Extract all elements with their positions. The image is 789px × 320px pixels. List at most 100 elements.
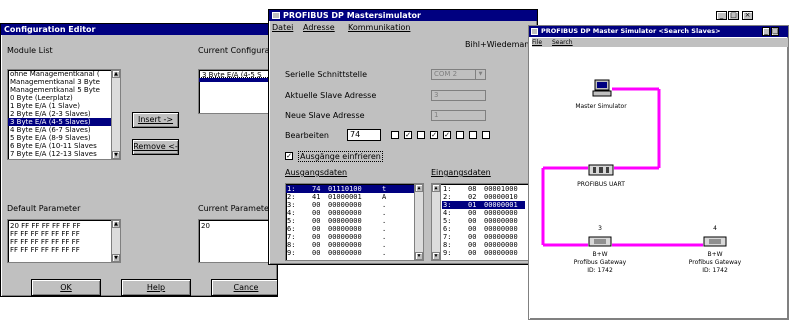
menu-datei[interactable]: Datei (272, 23, 293, 32)
cell-ch: t (382, 185, 387, 193)
table-row[interactable]: 2: 02 00000010 (442, 193, 525, 201)
current-parameter-box[interactable]: 20 (198, 219, 277, 263)
cell-idx: 3: (287, 201, 296, 209)
table-row[interactable]: 3: 00 00000000. (286, 201, 414, 209)
ok-button[interactable]: OK (31, 279, 101, 296)
selection-highlight (199, 78, 277, 82)
freeze-outputs-label[interactable]: Ausgänge einfrieren (298, 151, 383, 162)
cell-idx: 6: (287, 225, 296, 233)
new-slave-address-field[interactable]: 1 (431, 110, 486, 121)
list-item: FF FF FF FF FF FF FF (10, 238, 80, 246)
edit-value-field[interactable]: 74 (347, 129, 381, 141)
table-row[interactable]: 4: 00 00000000. (286, 209, 414, 217)
cell-bin: 00000000 (484, 233, 518, 241)
table-row[interactable]: 9: 00 00000000. (286, 249, 414, 257)
module-list-label: Module List (7, 46, 53, 55)
output-data-list[interactable]: 1: 74 01110100 t 2: 41 01000001 A 3: 00 00000000. 4… (285, 183, 424, 261)
list-item[interactable]: 3 Byte E/A (4-5 S (199, 70, 277, 78)
freeze-outputs-checkbox[interactable]: ✓ (285, 152, 293, 160)
table-row[interactable]: 2: 41 01000001 A (286, 193, 414, 201)
table-row[interactable]: 6: 00 00000000. (286, 225, 414, 233)
menu-file[interactable]: File (532, 38, 542, 47)
serial-port-value: COM 2 (434, 70, 458, 78)
cell-idx: 9: (287, 249, 296, 257)
configuration-editor-titlebar[interactable]: Configuration Editor (1, 24, 277, 35)
scroll-down-icon[interactable]: ▼ (112, 151, 120, 159)
master-simulator-node[interactable] (592, 79, 612, 99)
table-row[interactable]: 8: 00 00000000 (442, 241, 525, 249)
table-row[interactable]: 8: 00 00000000. (286, 241, 414, 249)
scroll-up-icon[interactable]: ▲ (415, 184, 423, 192)
menu-kommunikation[interactable]: Kommunikation (348, 23, 410, 32)
search-slaves-titlebar[interactable]: PROFIBUS DP Master Simulator <Search Sla… (529, 26, 788, 37)
bit-checkbox[interactable] (456, 131, 464, 139)
profibus-uart-node[interactable] (588, 164, 614, 176)
bit-checkbox[interactable]: ✓ (404, 131, 412, 139)
input-data-scrollbar[interactable]: ▲ ▼ (432, 184, 441, 260)
list-item[interactable]: 7 Byte E/A (12-13 Slaves (8, 150, 111, 158)
table-row[interactable]: 3: 01 00000001 (442, 201, 525, 209)
chevron-down-icon[interactable]: ▼ (475, 70, 485, 79)
list-item[interactable]: 5 Byte E/A (8-9 Slaves) (8, 134, 111, 142)
input-data-rows: 1: 08 00001000 2: 02 00000010 3: 01 00000001 4: 00… (442, 185, 525, 257)
table-row[interactable]: 7: 00 00000000. (286, 233, 414, 241)
bit-checkbox[interactable] (417, 131, 425, 139)
input-data-label: Eingangsdaten (431, 168, 491, 177)
list-item[interactable]: 1 Byte E/A (1 Slave) (8, 102, 111, 110)
cell-idx: 2: (443, 193, 452, 201)
default-parameter-box[interactable]: 20 FF FF FF FF FF FF FF FF FF FF FF FF FF… (7, 219, 121, 263)
table-row[interactable]: 1: 08 00001000 (442, 185, 525, 193)
bit-checkbox[interactable] (482, 131, 490, 139)
current-configuration-list[interactable]: 3 Byte E/A (4-5 S (198, 69, 277, 114)
bit-checkbox[interactable]: ✓ (443, 131, 451, 139)
help-button[interactable]: Help (121, 279, 191, 296)
menu-search[interactable]: Search (552, 38, 573, 47)
bit-checkbox[interactable]: ✓ (430, 131, 438, 139)
cancel-button[interactable]: Cance (211, 279, 277, 296)
list-item[interactable]: Managementkanal 3 Byte (8, 78, 111, 86)
scroll-up-icon[interactable]: ▲ (432, 184, 440, 192)
module-list[interactable]: ohne Managementkanal (Managementkanal 3 … (7, 69, 121, 160)
module-list-scrollbar[interactable]: ▲ ▼ (111, 70, 120, 159)
remove-button[interactable]: Remove <- (132, 139, 179, 155)
list-item[interactable]: 2 Byte E/A (2-3 Slaves) (8, 110, 111, 118)
table-row[interactable]: 6: 00 00000000 (442, 225, 525, 233)
list-item[interactable]: 3 Byte E/A (4-5 Slaves) (8, 118, 111, 126)
mastersimulator-titlebar[interactable]: PROFIBUS DP Mastersimulator (269, 10, 537, 21)
minimize-icon[interactable]: _ (716, 11, 727, 20)
gateway-3-node[interactable] (588, 236, 612, 247)
scroll-up-icon[interactable]: ▲ (112, 220, 120, 228)
table-row[interactable]: 5: 00 00000000. (286, 217, 414, 225)
table-row[interactable]: 1: 74 01110100 t (286, 185, 414, 193)
bit-checkbox[interactable] (391, 131, 399, 139)
list-item[interactable]: Managementkanal 5 Byte (8, 86, 111, 94)
insert-button[interactable]: Insert -> (132, 112, 179, 128)
minimize-icon[interactable]: _ (762, 27, 770, 36)
serial-port-select[interactable]: COM 2 ▼ (431, 69, 486, 80)
default-parameter-scrollbar[interactable]: ▲ ▼ (111, 220, 120, 262)
list-item[interactable]: 0 Byte (Leerplatz) (8, 94, 111, 102)
cell-idx: 7: (443, 233, 452, 241)
scroll-up-icon[interactable]: ▲ (112, 70, 120, 78)
output-data-scrollbar[interactable]: ▲ ▼ (414, 184, 423, 260)
table-row[interactable]: 5: 00 00000000 (442, 217, 525, 225)
maximize-icon[interactable]: □ (728, 11, 739, 20)
maximize-icon[interactable]: □ (771, 27, 779, 36)
close-icon[interactable]: × (742, 11, 753, 20)
bit-checkbox[interactable] (469, 131, 477, 139)
cell-idx: 4: (443, 209, 452, 217)
scroll-down-icon[interactable]: ▼ (112, 254, 120, 262)
gateway-4-node[interactable] (703, 236, 727, 247)
scroll-down-icon[interactable]: ▼ (415, 252, 423, 260)
input-data-list[interactable]: 1: 08 00001000 2: 02 00000010 3: 01 00000001 4: 00… (431, 183, 535, 261)
list-item[interactable]: 6 Byte E/A (10-11 Slaves (8, 142, 111, 150)
table-row[interactable]: 4: 00 00000000 (442, 209, 525, 217)
scroll-down-icon[interactable]: ▼ (432, 252, 440, 260)
list-item: FF FF FF FF FF FF FF (10, 246, 80, 254)
list-item[interactable]: ohne Managementkanal ( (8, 70, 111, 78)
table-row[interactable]: 9: 00 00000000 (442, 249, 525, 257)
list-item[interactable]: 4 Byte E/A (6-7 Slaves) (8, 126, 111, 134)
cell-dec: 00 (468, 241, 477, 249)
menu-adresse[interactable]: Adresse (303, 23, 335, 32)
table-row[interactable]: 7: 00 00000000 (442, 233, 525, 241)
